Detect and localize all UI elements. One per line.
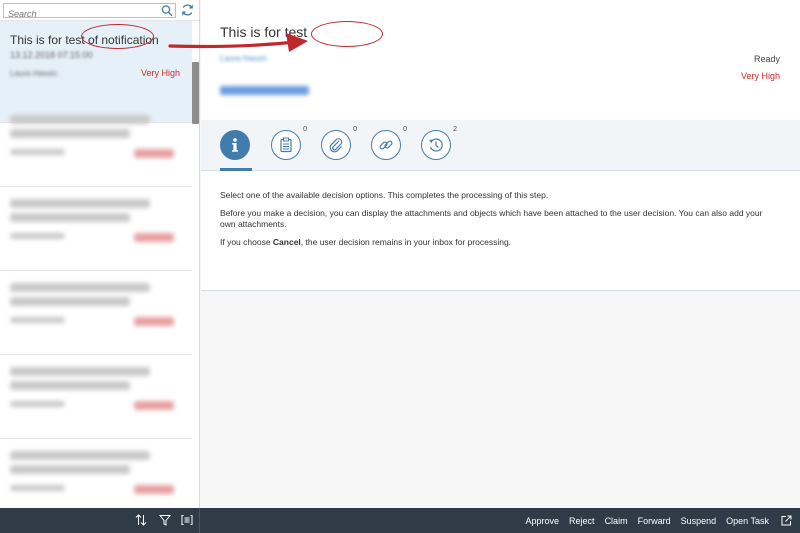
redacted-priority	[134, 401, 174, 410]
filter-icon[interactable]	[159, 514, 171, 526]
redacted-priority	[134, 149, 174, 158]
search-bar	[0, 0, 199, 21]
claim-button[interactable]: Claim	[605, 516, 628, 526]
tab-info[interactable]	[220, 130, 250, 160]
approve-button[interactable]: Approve	[526, 516, 560, 526]
attachments-count: 0	[353, 126, 357, 133]
redacted-priority	[134, 485, 174, 494]
redacted-link[interactable]	[220, 86, 309, 95]
list-scrollbar[interactable]	[192, 62, 199, 124]
task-detail-panel: This is for test Laura Hassin Ready Very…	[201, 0, 800, 508]
suspend-button[interactable]: Suspend	[681, 516, 717, 526]
list-item[interactable]	[0, 271, 192, 355]
redacted-text	[10, 129, 130, 138]
info-paragraph: Before you make a decision, you can disp…	[220, 208, 763, 229]
group-icon[interactable]	[181, 514, 193, 526]
list-item[interactable]	[0, 103, 192, 187]
tab-links[interactable]: 0	[371, 126, 407, 160]
redacted-priority	[134, 233, 174, 242]
open-task-button[interactable]: Open Task	[726, 516, 769, 526]
external-link-icon[interactable]	[781, 515, 792, 526]
task-list-panel: This is for test of notification 13.12.2…	[0, 0, 200, 508]
history-icon	[429, 138, 443, 152]
action-buttons: Approve Reject Claim Forward Suspend Ope…	[516, 508, 792, 533]
redacted-text	[10, 451, 150, 460]
search-icon[interactable]	[161, 4, 173, 17]
sort-icon[interactable]	[135, 514, 147, 526]
redacted-text	[10, 381, 130, 390]
link-icon	[379, 140, 393, 150]
info-paragraph: Select one of the available decision opt…	[220, 190, 549, 200]
list-item[interactable]	[0, 187, 192, 271]
redacted-text	[10, 283, 150, 292]
list-item[interactable]	[0, 439, 192, 508]
redacted-text	[10, 149, 65, 155]
info-paragraph: If you choose Cancel, the user decision …	[220, 237, 512, 247]
attachment-icon	[329, 138, 343, 153]
tab-history[interactable]: 2	[421, 126, 457, 160]
redacted-text	[10, 401, 65, 407]
search-input[interactable]	[4, 7, 154, 21]
redacted-priority	[134, 317, 174, 326]
redacted-text	[10, 297, 130, 306]
icon-tab-bar: 0 0 0 2	[201, 120, 800, 171]
redacted-text	[10, 199, 150, 208]
redacted-text	[10, 213, 130, 222]
reject-button[interactable]: Reject	[569, 516, 595, 526]
redacted-text	[10, 485, 65, 491]
refresh-icon[interactable]	[181, 3, 194, 17]
redacted-text	[10, 367, 150, 376]
redacted-text	[10, 465, 130, 474]
notes-count: 0	[303, 126, 307, 133]
tab-notes[interactable]: 0	[271, 126, 307, 160]
redacted-text	[10, 115, 150, 124]
annotation-oval	[81, 24, 154, 49]
info-icon	[232, 138, 238, 152]
forward-button[interactable]: Forward	[638, 516, 671, 526]
links-count: 0	[403, 126, 407, 133]
info-content: Select one of the available decision opt…	[201, 171, 800, 291]
search-field[interactable]	[3, 3, 176, 21]
redacted-text	[10, 233, 65, 239]
footer-toolbar: Approve Reject Claim Forward Suspend Ope…	[0, 508, 800, 533]
tab-attachments[interactable]: 0	[321, 126, 357, 160]
status-text: Ready	[753, 54, 780, 64]
list-item-date: 13.12.2018 07:15:00	[10, 50, 93, 60]
detail-header: This is for test Laura Hassin Ready Very…	[201, 0, 800, 120]
priority-text: Very High	[740, 71, 780, 81]
history-count: 2	[453, 126, 457, 133]
notes-icon	[280, 137, 292, 153]
list-footer	[0, 508, 200, 533]
annotation-arrow-icon	[168, 33, 308, 52]
list-item[interactable]	[0, 355, 192, 439]
redacted-text	[10, 317, 65, 323]
list-item-priority: Very High	[140, 68, 180, 78]
list-item-author: Laura Hassin	[10, 69, 58, 78]
